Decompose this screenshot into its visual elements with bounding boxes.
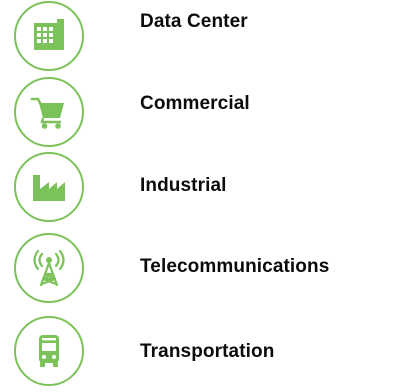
- item-label-transportation: Transportation: [140, 341, 275, 362]
- item-label-industrial: Industrial: [140, 175, 227, 196]
- factory-icon: [14, 152, 84, 222]
- list-item-transportation: Transportation: [0, 312, 397, 392]
- list-item-data-center: Data Center: [0, 0, 397, 77]
- bus-icon: [14, 316, 84, 386]
- item-label-data-center: Data Center: [140, 11, 248, 32]
- list-item-telecommunications: Telecommunications: [0, 229, 397, 309]
- shopping-cart-icon: [14, 77, 84, 147]
- item-label-commercial: Commercial: [140, 93, 250, 114]
- list-item-commercial: Commercial: [0, 73, 397, 153]
- market-list: Data Center Commercial Industrial Teleco…: [0, 0, 397, 392]
- item-label-telecommunications: Telecommunications: [140, 256, 330, 277]
- list-item-industrial: Industrial: [0, 148, 397, 228]
- building-icon: [14, 1, 84, 71]
- cell-tower-icon: [14, 233, 84, 303]
